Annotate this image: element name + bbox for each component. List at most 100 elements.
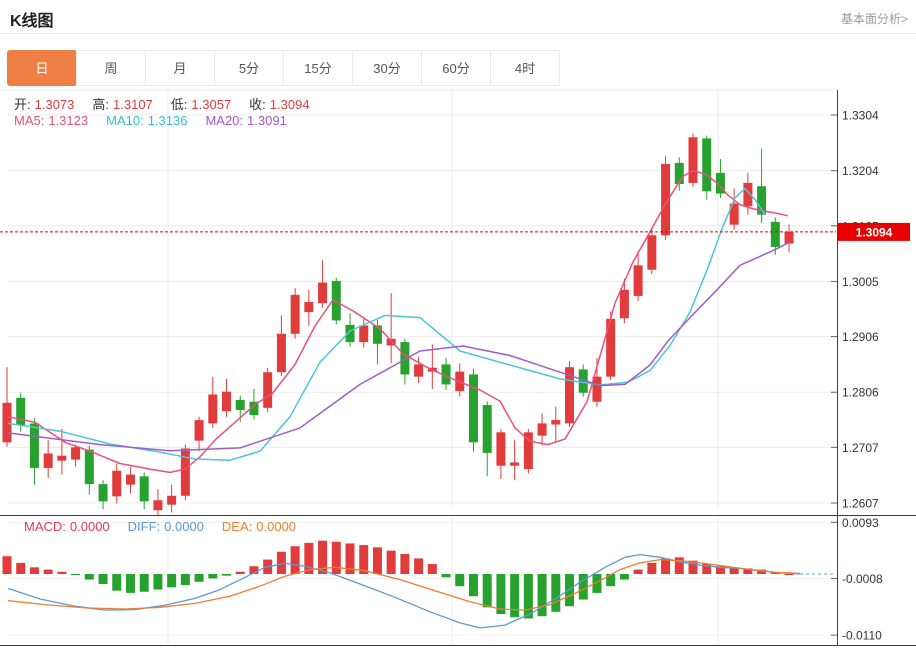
candle-body [236,400,245,410]
y-axis-label: 1.2906 [842,330,879,344]
legend-label: 低: [171,97,188,112]
candle-body [414,364,423,376]
macd-bar [332,542,341,574]
row-macd-item-2: DEA: 0.0000 [222,519,300,534]
macd-bar [99,574,108,584]
tab-period-2[interactable]: 月 [145,50,215,86]
macd-bar [565,574,574,606]
legend-value: 1.3107 [113,97,153,112]
candle-body [771,222,780,247]
candle-body [153,500,162,510]
row-ma-item-2: MA20: 1.3091 [205,113,290,128]
legend-label: 开: [14,97,31,112]
macd-bar [16,563,25,574]
candle-body [689,137,698,183]
legend-value: 0.0000 [256,519,296,534]
candle-body [510,462,519,465]
macd-bar [126,574,135,593]
legend-label: MA20: [205,113,243,128]
legend-value: 0.0000 [164,519,204,534]
candle-body [222,392,231,411]
macd-axis-label: -0.0110 [842,629,882,643]
macd-axis-label: -0.0008 [842,572,883,586]
macd-bar [44,570,53,574]
macd-bar [153,574,162,590]
row-ohlc-item-0: 开: 1.3073 [14,97,78,112]
candle-body [620,290,629,318]
macd-bar [510,574,519,617]
macd-bar [236,572,245,574]
candle-body [16,398,25,425]
y-axis-label: 1.3304 [842,109,879,123]
candle-body [538,423,547,435]
y-axis-label: 1.2707 [842,441,879,455]
macd-bar [195,574,204,582]
candle-body [647,235,656,270]
macd-bar [620,574,629,580]
tab-period-5[interactable]: 30分 [352,50,422,86]
legend-value: 1.3073 [35,97,75,112]
y-axis-label: 1.3204 [842,164,879,178]
row-ohlc-item-2: 低:1.3057 [171,97,235,112]
macd-bar [140,574,149,592]
candle-body [181,448,190,495]
kline-page: { "header": { "title": "K线图", "link": "基… [0,0,916,648]
candle-body [702,138,711,191]
candle-body [112,471,121,497]
row-ohlc-item-3: 收:1.3094 [249,97,313,112]
macd-bar [181,574,190,585]
tab-period-6[interactable]: 60分 [421,50,491,86]
macd-bar [112,574,121,591]
candle-body [263,372,272,408]
macd-axis-label: 0.0093 [842,516,879,530]
candle-body [291,295,300,334]
macd-bar [483,574,492,607]
legend-label: DEA: [222,519,252,534]
macd-bar [551,574,560,612]
row-macd-item-1: DIFF:0.0000 [128,519,208,534]
macd-bar [524,574,533,618]
macd-bar [71,574,80,575]
row-ohlc-item-1: 高:1.3107 [92,97,156,112]
ma-legend: MA5:1.3123 MA10:1.3136 MA20: 1.3091 [14,113,305,128]
candle-body [140,476,149,501]
legend-value: 1.3057 [191,97,231,112]
macd-bar [85,574,94,580]
candle-body [44,453,53,467]
candle-body [318,283,327,304]
tab-period-1[interactable]: 周 [76,50,146,86]
candle-body [71,447,80,459]
macd-bar [373,547,382,574]
macd-bar [675,557,684,574]
candle-body [304,302,313,312]
macd-bar [647,563,656,574]
tab-period-3[interactable]: 5分 [214,50,284,86]
legend-label: 收: [249,97,266,112]
macd-bar [428,564,437,574]
legend-label: MA5: [14,113,44,128]
macd-bar [538,574,547,616]
candle-body [57,456,66,461]
ma-line-ma20 [8,242,790,451]
legend-value: 1.3091 [247,113,287,128]
macd-bar [167,574,176,587]
macd-bar [291,546,300,574]
y-axis-label: 1.3005 [842,275,879,289]
row-ma-item-1: MA10:1.3136 [106,113,191,128]
macd-bar [387,551,396,574]
row-ma-item-0: MA5:1.3123 [14,113,92,128]
macd-bar [442,574,451,577]
candle-body [126,475,135,485]
tab-period-7[interactable]: 4时 [490,50,560,86]
macd-bar [400,554,409,574]
legend-value: 0.0000 [70,519,110,534]
legend-label: DIFF: [128,519,161,534]
ohlc-legend: 开: 1.3073 高:1.3107 低:1.3057 收:1.3094 [14,94,328,113]
legend-value: 1.3136 [148,113,188,128]
macd-bar [661,558,670,574]
tab-period-4[interactable]: 15分 [283,50,353,86]
y-axis-label: 1.2806 [842,386,879,400]
period-tab-bar: 日周月5分15分30分60分4时 [8,50,560,86]
tab-period-0[interactable]: 日 [7,50,77,86]
candle-body [373,325,382,343]
